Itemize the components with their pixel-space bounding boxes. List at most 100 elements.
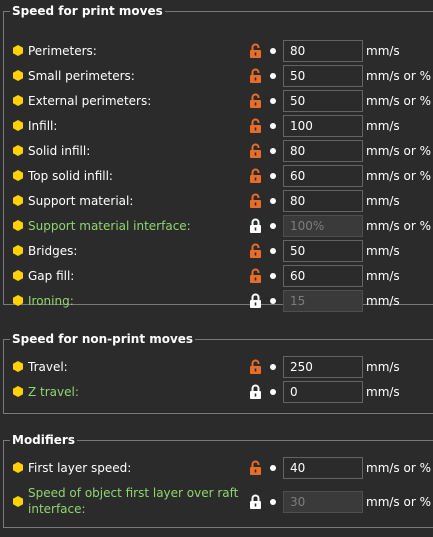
unlocked-padlock-icon[interactable] (249, 143, 262, 158)
unlocked-padlock-icon[interactable] (249, 93, 262, 108)
setting-value-input[interactable] (283, 65, 363, 87)
unlocked-padlock-icon[interactable] (249, 243, 262, 258)
setting-row: Ironing: mm/s (4, 290, 433, 312)
setting-value-input[interactable] (283, 240, 363, 262)
dot-icon[interactable] (270, 98, 276, 104)
hexagon-bullet-icon (13, 361, 23, 372)
setting-row: Gap fill: mm/s (4, 265, 433, 287)
dot-icon[interactable] (270, 465, 276, 471)
dot-icon[interactable] (270, 499, 276, 505)
setting-value-input[interactable] (283, 115, 363, 137)
setting-label: Bridges: (28, 244, 78, 258)
unit-label: mm/s (366, 294, 400, 308)
locked-padlock-icon[interactable] (249, 218, 262, 233)
setting-value-input[interactable] (283, 290, 363, 312)
unit-label: mm/s or % (366, 69, 431, 83)
dot-icon[interactable] (270, 48, 276, 54)
dot-icon[interactable] (270, 273, 276, 279)
setting-value-input[interactable] (283, 356, 363, 378)
setting-row: Small perimeters: mm/s or % (4, 65, 433, 87)
dot-icon[interactable] (270, 173, 276, 179)
setting-label: External perimeters: (28, 94, 152, 108)
setting-label: Travel: (28, 360, 68, 374)
unlocked-padlock-icon[interactable] (249, 68, 262, 83)
unlocked-padlock-icon[interactable] (249, 43, 262, 58)
dot-icon[interactable] (270, 364, 276, 370)
group-title: Speed for non-print moves (10, 331, 196, 347)
locked-padlock-icon[interactable] (249, 384, 262, 399)
locked-padlock-icon[interactable] (249, 494, 262, 509)
hexagon-bullet-icon (13, 120, 23, 131)
setting-label: Support material interface: (28, 219, 191, 233)
hexagon-bullet-icon (13, 245, 23, 256)
setting-row: External perimeters: mm/s or % (4, 90, 433, 112)
setting-row: Bridges: mm/s (4, 240, 433, 262)
setting-value-input[interactable] (283, 165, 363, 187)
setting-value-input[interactable] (283, 40, 363, 62)
setting-label: Top solid infill: (28, 169, 113, 183)
unit-label: mm/s (366, 119, 400, 133)
unit-label: mm/s (366, 244, 400, 258)
setting-label: Speed of object first layer over raft in… (28, 486, 239, 516)
setting-value-input[interactable] (283, 491, 363, 513)
dot-icon[interactable] (270, 248, 276, 254)
dot-icon[interactable] (270, 223, 276, 229)
setting-row: Solid infill: mm/s or % (4, 140, 433, 162)
hexagon-bullet-icon (13, 145, 23, 156)
setting-row: Perimeters: mm/s (4, 40, 433, 62)
setting-value-input[interactable] (283, 457, 363, 479)
setting-value-input[interactable] (283, 265, 363, 287)
settings-group: Speed for non-print movesTravel:mm/sZ tr… (3, 331, 433, 414)
setting-value-input[interactable] (283, 140, 363, 162)
unit-label: mm/s or % (366, 144, 431, 158)
setting-value-input[interactable] (283, 215, 363, 237)
unlocked-padlock-icon[interactable] (249, 359, 262, 374)
unlocked-padlock-icon[interactable] (249, 268, 262, 283)
hexagon-bullet-icon (13, 70, 23, 81)
unlocked-padlock-icon[interactable] (249, 193, 262, 208)
setting-label: First layer speed: (28, 461, 132, 475)
setting-row: Speed of object first layer over raft in… (4, 486, 433, 516)
hexagon-bullet-icon (13, 270, 23, 281)
unit-label: mm/s or % (366, 169, 431, 183)
setting-label: Z travel: (28, 385, 79, 399)
unit-label: mm/s or % (366, 495, 431, 509)
dot-icon[interactable] (270, 198, 276, 204)
setting-row: Top solid infill: mm/s or % (4, 165, 433, 187)
setting-row: Z travel: mm/s (4, 381, 433, 403)
setting-label: Gap fill: (28, 269, 75, 283)
settings-group: Modifiers First layer speed: mm/s or % Spee… (3, 432, 433, 528)
unlocked-padlock-icon[interactable] (249, 460, 262, 475)
hexagon-bullet-icon (13, 45, 23, 56)
hexagon-bullet-icon (13, 220, 23, 231)
unit-label: mm/s or % (366, 219, 431, 233)
unit-label: mm/s (366, 269, 400, 283)
setting-label: Small perimeters: (28, 69, 135, 83)
setting-row: Support material interface: mm/s or % (4, 215, 433, 237)
hexagon-bullet-icon (13, 195, 23, 206)
setting-row: Infill: mm/s (4, 115, 433, 137)
unlocked-padlock-icon[interactable] (249, 168, 262, 183)
hexagon-bullet-icon (13, 95, 23, 106)
setting-row: Travel: mm/s (4, 356, 433, 378)
unlocked-padlock-icon[interactable] (249, 118, 262, 133)
hexagon-bullet-icon (13, 386, 23, 397)
dot-icon[interactable] (270, 148, 276, 154)
hexagon-bullet-icon (13, 295, 23, 306)
setting-label: Ironing: (28, 294, 74, 308)
unit-label: mm/s or % (366, 461, 431, 475)
settings-group: Speed for print moves Perimeters: mm/s Smal… (3, 3, 433, 312)
unit-label: mm/s (366, 385, 400, 399)
unit-label: mm/s (366, 360, 400, 374)
setting-value-input[interactable] (283, 381, 363, 403)
dot-icon[interactable] (270, 73, 276, 79)
setting-value-input[interactable] (283, 190, 363, 212)
setting-value-input[interactable] (283, 90, 363, 112)
locked-padlock-icon[interactable] (249, 293, 262, 308)
dot-icon[interactable] (270, 298, 276, 304)
setting-label: Perimeters: (28, 44, 97, 58)
dot-icon[interactable] (270, 389, 276, 395)
setting-label: Infill: (28, 119, 58, 133)
dot-icon[interactable] (270, 123, 276, 129)
setting-label: Solid infill: (28, 144, 91, 158)
